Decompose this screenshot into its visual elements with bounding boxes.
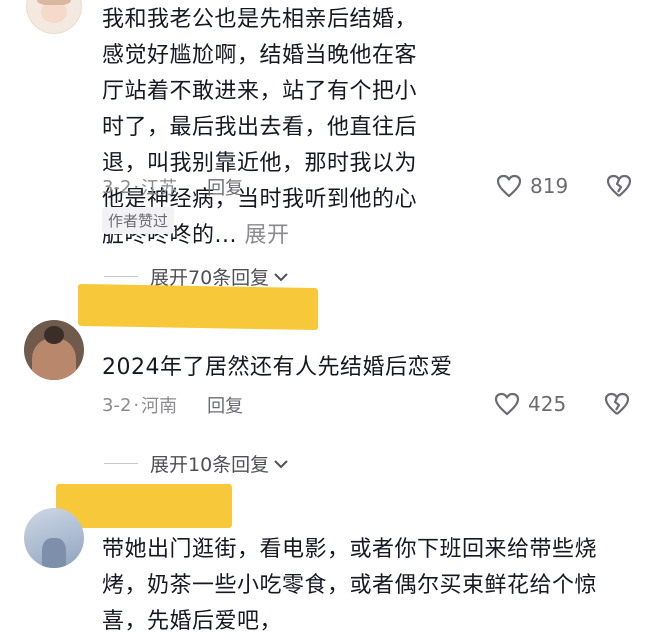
- comment-meta: 3-2 · 江苏 回复: [102, 174, 243, 200]
- comment-text: 带她出门逛街，看电影，或者你下班回来给带些烧烤，奶茶一些小吃零食，或者偶尔买束鲜…: [102, 532, 632, 640]
- like-button[interactable]: 425: [494, 392, 566, 416]
- avatar[interactable]: [26, 0, 82, 34]
- author-liked-badge: 作者赞过: [102, 207, 175, 234]
- dislike-button[interactable]: [606, 174, 632, 202]
- avatar[interactable]: [24, 320, 84, 380]
- comment-body: 带她出门逛街，看电影，或者你下班回来给带些烧烤，奶茶一些小吃零食，或者偶尔买束鲜…: [102, 537, 598, 634]
- like-button[interactable]: 819: [496, 174, 568, 198]
- heart-icon: [494, 392, 520, 416]
- divider-line: [104, 276, 138, 277]
- expand-replies-label: 展开10条回复: [150, 454, 270, 476]
- broken-heart-icon: [606, 174, 632, 197]
- heart-icon: [496, 174, 522, 198]
- reply-button[interactable]: 回复: [207, 392, 243, 418]
- broken-heart-icon: [604, 392, 630, 415]
- comment-location: 河南: [141, 396, 178, 417]
- chevron-down-icon: [274, 459, 288, 468]
- like-count: 819: [530, 174, 569, 198]
- comment-date: 3-2: [102, 394, 132, 416]
- comment-text: 2024年了居然还有人先结婚后恋爱: [102, 350, 622, 386]
- comment-location: 江苏: [141, 178, 178, 199]
- reply-button[interactable]: 回复: [207, 174, 243, 200]
- username-redaction: [78, 283, 318, 331]
- expand-replies[interactable]: 展开10条回复: [104, 450, 289, 477]
- expand-text-link[interactable]: 展开: [244, 223, 289, 248]
- comment-date: 3-2: [102, 176, 132, 198]
- meta-separator: ·: [133, 394, 140, 416]
- avatar[interactable]: [24, 508, 84, 568]
- username-redaction: [56, 484, 232, 528]
- comment-meta: 3-2 · 河南 回复: [102, 392, 243, 418]
- meta-separator: ·: [133, 176, 140, 198]
- like-count: 425: [528, 392, 567, 416]
- comment-body: 2024年了居然还有人先结婚后恋爱: [102, 355, 453, 380]
- divider-line: [104, 463, 138, 464]
- dislike-button[interactable]: [604, 392, 630, 420]
- chevron-down-icon: [274, 272, 288, 281]
